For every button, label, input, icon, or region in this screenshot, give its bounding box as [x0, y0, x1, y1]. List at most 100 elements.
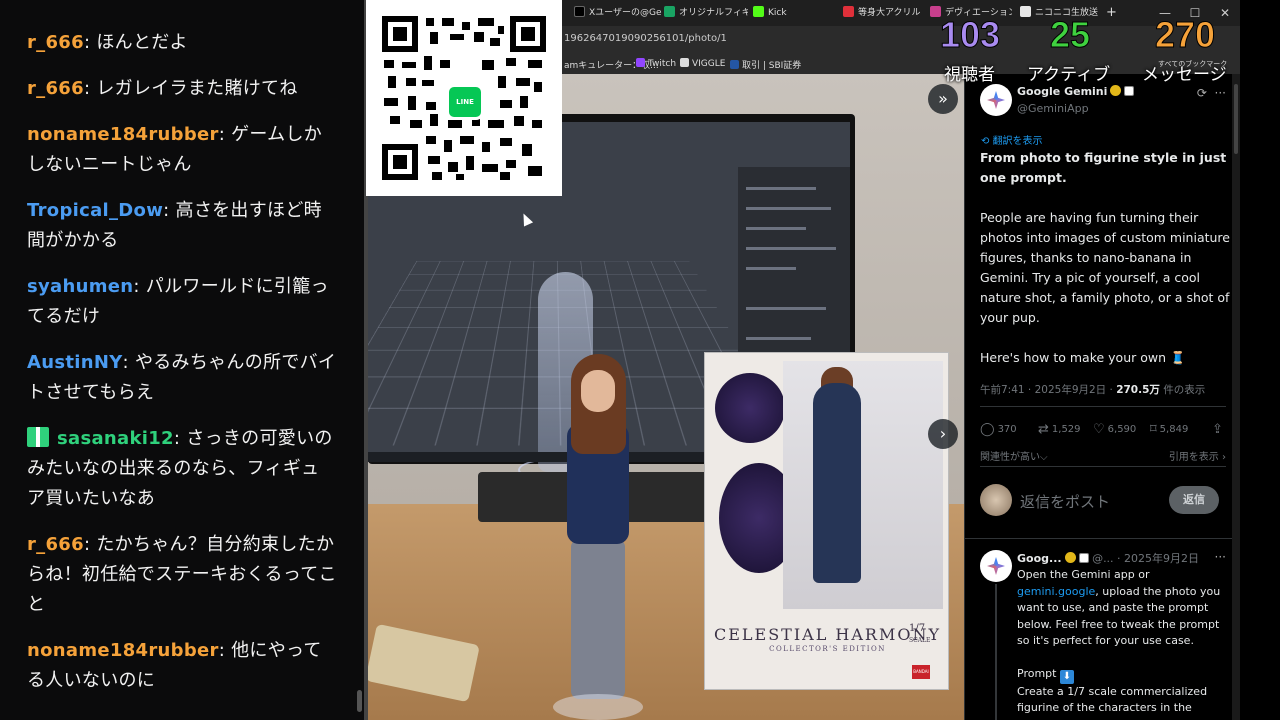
- chat-username[interactable]: r_666: [27, 32, 84, 53]
- repost-action[interactable]: ⇄ 1,529: [1038, 422, 1081, 437]
- gemini-icon: [987, 91, 1005, 109]
- chat-username[interactable]: Tropical_Dow: [27, 200, 163, 221]
- post-title: From photo to figurine style in just one…: [980, 150, 1227, 185]
- gift-badge-icon: [27, 427, 49, 447]
- share-action[interactable]: ⇪: [1212, 422, 1226, 437]
- chat-message: AustinNY: やるみちゃんの所でバイトさせてもらえ: [27, 348, 337, 408]
- grok-icon[interactable]: ⟳: [1197, 86, 1207, 100]
- url-text[interactable]: 1962647019090256101/photo/1: [564, 33, 727, 44]
- chat-username[interactable]: noname184rubber: [27, 124, 219, 145]
- chat-username[interactable]: AustinNY: [27, 352, 123, 373]
- view-quotes-link[interactable]: 引用を表示 ›: [1169, 448, 1226, 463]
- reply-input[interactable]: 返信をポスト: [1020, 491, 1110, 512]
- tab-original-figure[interactable]: オリジナルフィギ: [664, 4, 748, 22]
- translate-link[interactable]: ⟲ 翻訳を表示: [981, 132, 1043, 147]
- verified-badge-icon: [1064, 552, 1076, 563]
- message-count: 270: [1154, 14, 1216, 56]
- post-top-actions: ⟳ ···: [1197, 86, 1226, 100]
- reply-author-avatar[interactable]: [980, 550, 1012, 582]
- niconico-icon: [1020, 6, 1031, 17]
- gemini-icon: [987, 557, 1005, 575]
- page-scrollbar[interactable]: [1232, 74, 1240, 720]
- new-tab-button[interactable]: +: [1106, 4, 1120, 22]
- kick-icon: [753, 6, 764, 17]
- chat-username[interactable]: syahumen: [27, 276, 133, 297]
- chat-message: Tropical_Dow: 高さを出すほど時間がかかる: [27, 196, 337, 256]
- bookmark-action[interactable]: ⌑ 5,849: [1150, 422, 1188, 437]
- reply-body: Open the Gemini app or gemini.google, up…: [1017, 568, 1221, 714]
- box-scale: 1/7 SCALE: [909, 623, 931, 644]
- chat-username[interactable]: sasanaki12: [57, 428, 174, 449]
- chat-message: r_666: たかちゃん？自分約束したからね！初任給でステーキおくるってこと: [27, 530, 337, 620]
- google-badge-icon: [1078, 553, 1089, 563]
- tab-x-post[interactable]: Xユーザーの@Ge: [574, 4, 662, 22]
- chat-message: noname184rubber: 他にやってる人いないのに: [27, 636, 337, 696]
- divider: [980, 466, 1226, 467]
- chat-message: noname184rubber: ゲームしかしないニートじゃん: [27, 120, 337, 180]
- chat-separator: :: [133, 276, 146, 297]
- post-author[interactable]: Google Gemini: [1017, 85, 1135, 98]
- divider: [980, 406, 1226, 407]
- reply-author[interactable]: Goog... @... · 2025年9月2日: [1017, 550, 1199, 566]
- doc-icon: [664, 6, 675, 17]
- line-logo-icon: LINE: [446, 84, 484, 120]
- next-image-button[interactable]: ›: [928, 419, 958, 449]
- bookmark-sbi[interactable]: 取引 | SBI証券: [730, 58, 801, 71]
- chat-separator: :: [122, 352, 135, 373]
- bookmark-twitch[interactable]: Twitch: [636, 58, 676, 69]
- bookmark-icon: ⌑: [1150, 422, 1157, 437]
- chat-text: レガレイラまた賭けてね: [96, 78, 298, 99]
- active-label: アクティブ: [1027, 65, 1111, 84]
- more-options-icon[interactable]: ···: [1215, 86, 1226, 100]
- chat-message: r_666: レガレイラまた賭けてね: [27, 74, 337, 104]
- user-avatar[interactable]: [980, 484, 1012, 516]
- chat-username[interactable]: r_666: [27, 78, 84, 99]
- divider: [965, 538, 1241, 539]
- chat-scrollbar[interactable]: [357, 690, 362, 712]
- gemini-link[interactable]: gemini.google: [1017, 585, 1095, 598]
- reply-action[interactable]: ◯ 370: [980, 422, 1017, 437]
- x-post-panel: Google Gemini @GeminiApp ⟳ ··· ⟲ 翻訳を表示 F…: [964, 74, 1241, 720]
- shop-icon: [843, 6, 854, 17]
- down-arrow-icon: ⬇: [1059, 669, 1074, 684]
- line-qr-code: LINE: [366, 0, 562, 196]
- scroll-thumb[interactable]: [1234, 84, 1238, 154]
- gemini-avatar[interactable]: [980, 84, 1012, 116]
- post-meta: 午前7:41 · 2025年9月2日 · 270.5万 件の表示: [980, 384, 1206, 396]
- chat-separator: :: [218, 124, 232, 145]
- sbi-icon: [730, 60, 739, 69]
- active-count: 25: [1049, 14, 1091, 56]
- post-handle[interactable]: @GeminiApp: [1017, 102, 1089, 115]
- chat-message: sasanaki12: さっきの可愛いのみたいなの出来るのなら、フィギュア買いた…: [27, 424, 337, 514]
- post-cta: Here's how to make your own 🧵: [980, 350, 1186, 365]
- tab-kick[interactable]: Kick: [753, 4, 833, 22]
- repost-icon: ⇄: [1038, 422, 1049, 437]
- x-icon: [574, 6, 585, 17]
- chat-text: ほんとだよ: [96, 32, 188, 53]
- chat-message: r_666: ほんとだよ: [27, 28, 337, 58]
- post-body: From photo to figurine style in just one…: [980, 148, 1230, 388]
- message-label: メッセージ: [1142, 65, 1227, 84]
- post-paragraph: People are having fun turning their phot…: [980, 210, 1230, 325]
- chat-panel: …… r_666: ほんとだよr_666: レガレイラまた賭けてねnoname1…: [0, 0, 364, 720]
- chat-username[interactable]: r_666: [27, 534, 84, 555]
- verified-badge-icon: [1110, 85, 1122, 96]
- thread-line: [995, 584, 997, 720]
- sort-relevance[interactable]: 関連性が高い⌵: [980, 448, 1048, 463]
- photo-figure-box: CELESTIAL HARMONY COLLECTOR'S EDITION 1/…: [704, 352, 949, 690]
- chat-username[interactable]: noname184rubber: [27, 640, 219, 661]
- bookmark-viggle[interactable]: VIGGLE: [680, 58, 725, 69]
- google-badge-icon: [1124, 86, 1135, 96]
- heart-icon: ♡: [1093, 422, 1105, 437]
- chat-clipped-message: ……: [27, 0, 63, 1]
- screen-edge: [1240, 0, 1280, 720]
- photo-figurine: [553, 354, 643, 720]
- expand-panel-button[interactable]: »: [928, 84, 958, 114]
- reply-button[interactable]: 返信: [1169, 486, 1219, 514]
- like-action[interactable]: ♡ 6,590: [1093, 422, 1136, 437]
- reply-more-options-icon[interactable]: ···: [1215, 550, 1226, 564]
- viggle-icon: [680, 58, 689, 67]
- chat-message: syahumen: パルワールドに引籠ってるだけ: [27, 272, 337, 332]
- tab-acrylic[interactable]: 等身大アクリル: [843, 4, 923, 22]
- twitch-icon: [636, 58, 645, 67]
